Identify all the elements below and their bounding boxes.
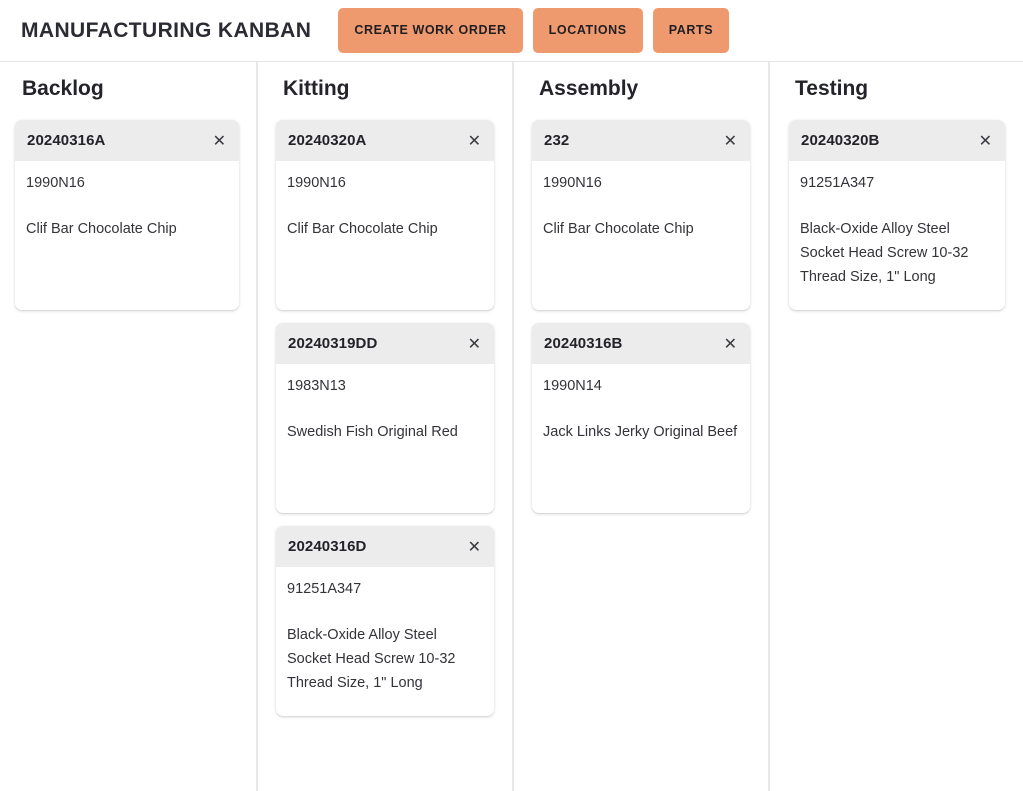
column-title: Kitting: [258, 76, 512, 102]
card-body: 1990N16 Clif Bar Chocolate Chip: [276, 161, 494, 310]
column-title: Backlog: [0, 76, 256, 102]
app-header: MANUFACTURING KANBAN CREATE WORK ORDERLO…: [0, 0, 1023, 62]
kanban-board: Backlog 20240316A ✕ 1990N16 Clif Bar Chocola…: [0, 62, 1023, 791]
work-order-card[interactable]: 20240320A ✕ 1990N16 Clif Bar Chocolate Chip: [276, 120, 494, 310]
work-order-card[interactable]: 20240319DD ✕ 1983N13 Swedish Fish Original …: [276, 323, 494, 513]
card-body: 91251A347 Black-Oxide Alloy Steel Socket …: [789, 161, 1005, 310]
locations-button[interactable]: LOCATIONS: [533, 8, 643, 53]
card-list: 20240320B ✕ 91251A347 Black-Oxide Alloy Ste…: [770, 120, 1023, 310]
card-part-description: Black-Oxide Alloy Steel Socket Head Scre…: [800, 217, 993, 289]
card-part-number: 91251A347: [287, 580, 482, 599]
card-part-number: 1990N16: [543, 174, 738, 193]
card-header: 20240319DD ✕: [276, 323, 494, 364]
card-header: 20240320B ✕: [789, 120, 1005, 161]
card-part-number: 1983N13: [287, 377, 482, 396]
kanban-column[interactable]: Backlog 20240316A ✕ 1990N16 Clif Bar Chocola…: [0, 62, 256, 791]
card-part-description: Jack Links Jerky Original Beef: [543, 420, 738, 444]
work-order-card[interactable]: 20240320B ✕ 91251A347 Black-Oxide Alloy Ste…: [789, 120, 1005, 310]
card-part-description: Clif Bar Chocolate Chip: [287, 217, 482, 241]
card-work-order-id: 20240316A: [27, 132, 105, 149]
card-part-number: 1990N16: [287, 174, 482, 193]
kanban-column[interactable]: Testing 20240320B ✕ 91251A347 Black-Oxide Al…: [768, 62, 1023, 791]
card-body: 1983N13 Swedish Fish Original Red: [276, 364, 494, 513]
close-icon[interactable]: ✕: [205, 131, 227, 151]
close-icon[interactable]: ✕: [716, 334, 738, 354]
card-header: 20240320A ✕: [276, 120, 494, 161]
close-icon[interactable]: ✕: [460, 334, 482, 354]
card-work-order-id: 20240320A: [288, 132, 366, 149]
card-body: 1990N16 Clif Bar Chocolate Chip: [15, 161, 239, 310]
work-order-card[interactable]: 20240316A ✕ 1990N16 Clif Bar Chocolate Chip: [15, 120, 239, 310]
kanban-column[interactable]: Kitting 20240320A ✕ 1990N16 Clif Bar Chocola…: [256, 62, 512, 791]
card-header: 232 ✕: [532, 120, 750, 161]
card-work-order-id: 20240316B: [544, 335, 622, 352]
column-title: Assembly: [514, 76, 768, 102]
card-part-description: Clif Bar Chocolate Chip: [26, 217, 227, 241]
card-part-description: Swedish Fish Original Red: [287, 420, 482, 444]
card-body: 1990N14 Jack Links Jerky Original Beef: [532, 364, 750, 513]
card-header: 20240316B ✕: [532, 323, 750, 364]
header-actions: CREATE WORK ORDERLOCATIONSPARTS: [338, 8, 729, 53]
card-part-number: 91251A347: [800, 174, 993, 193]
card-work-order-id: 20240320B: [801, 132, 879, 149]
card-body: 1990N16 Clif Bar Chocolate Chip: [532, 161, 750, 310]
card-part-number: 1990N16: [26, 174, 227, 193]
card-header: 20240316D ✕: [276, 526, 494, 567]
card-part-number: 1990N14: [543, 377, 738, 396]
card-part-description: Black-Oxide Alloy Steel Socket Head Scre…: [287, 623, 482, 695]
card-work-order-id: 232: [544, 132, 569, 149]
card-list: 20240316A ✕ 1990N16 Clif Bar Chocolate Chip: [0, 120, 256, 310]
work-order-card[interactable]: 20240316D ✕ 91251A347 Black-Oxide Alloy Ste…: [276, 526, 494, 716]
close-icon[interactable]: ✕: [971, 131, 993, 151]
parts-button[interactable]: PARTS: [653, 8, 729, 53]
close-icon[interactable]: ✕: [460, 537, 482, 557]
work-order-card[interactable]: 232 ✕ 1990N16 Clif Bar Chocolate Chip: [532, 120, 750, 310]
kanban-column[interactable]: Assembly 232 ✕ 1990N16 Clif Bar Chocolate Ch…: [512, 62, 768, 791]
card-body: 91251A347 Black-Oxide Alloy Steel Socket …: [276, 567, 494, 716]
create-work-order-button[interactable]: CREATE WORK ORDER: [338, 8, 522, 53]
card-work-order-id: 20240316D: [288, 538, 366, 555]
card-part-description: Clif Bar Chocolate Chip: [543, 217, 738, 241]
page-title: MANUFACTURING KANBAN: [21, 19, 311, 43]
close-icon[interactable]: ✕: [716, 131, 738, 151]
card-work-order-id: 20240319DD: [288, 335, 377, 352]
work-order-card[interactable]: 20240316B ✕ 1990N14 Jack Links Jerky Origin…: [532, 323, 750, 513]
card-list: 232 ✕ 1990N16 Clif Bar Chocolate Chip 202403…: [514, 120, 768, 513]
card-header: 20240316A ✕: [15, 120, 239, 161]
column-title: Testing: [770, 76, 1023, 102]
close-icon[interactable]: ✕: [460, 131, 482, 151]
card-list: 20240320A ✕ 1990N16 Clif Bar Chocolate Chip…: [258, 120, 512, 716]
